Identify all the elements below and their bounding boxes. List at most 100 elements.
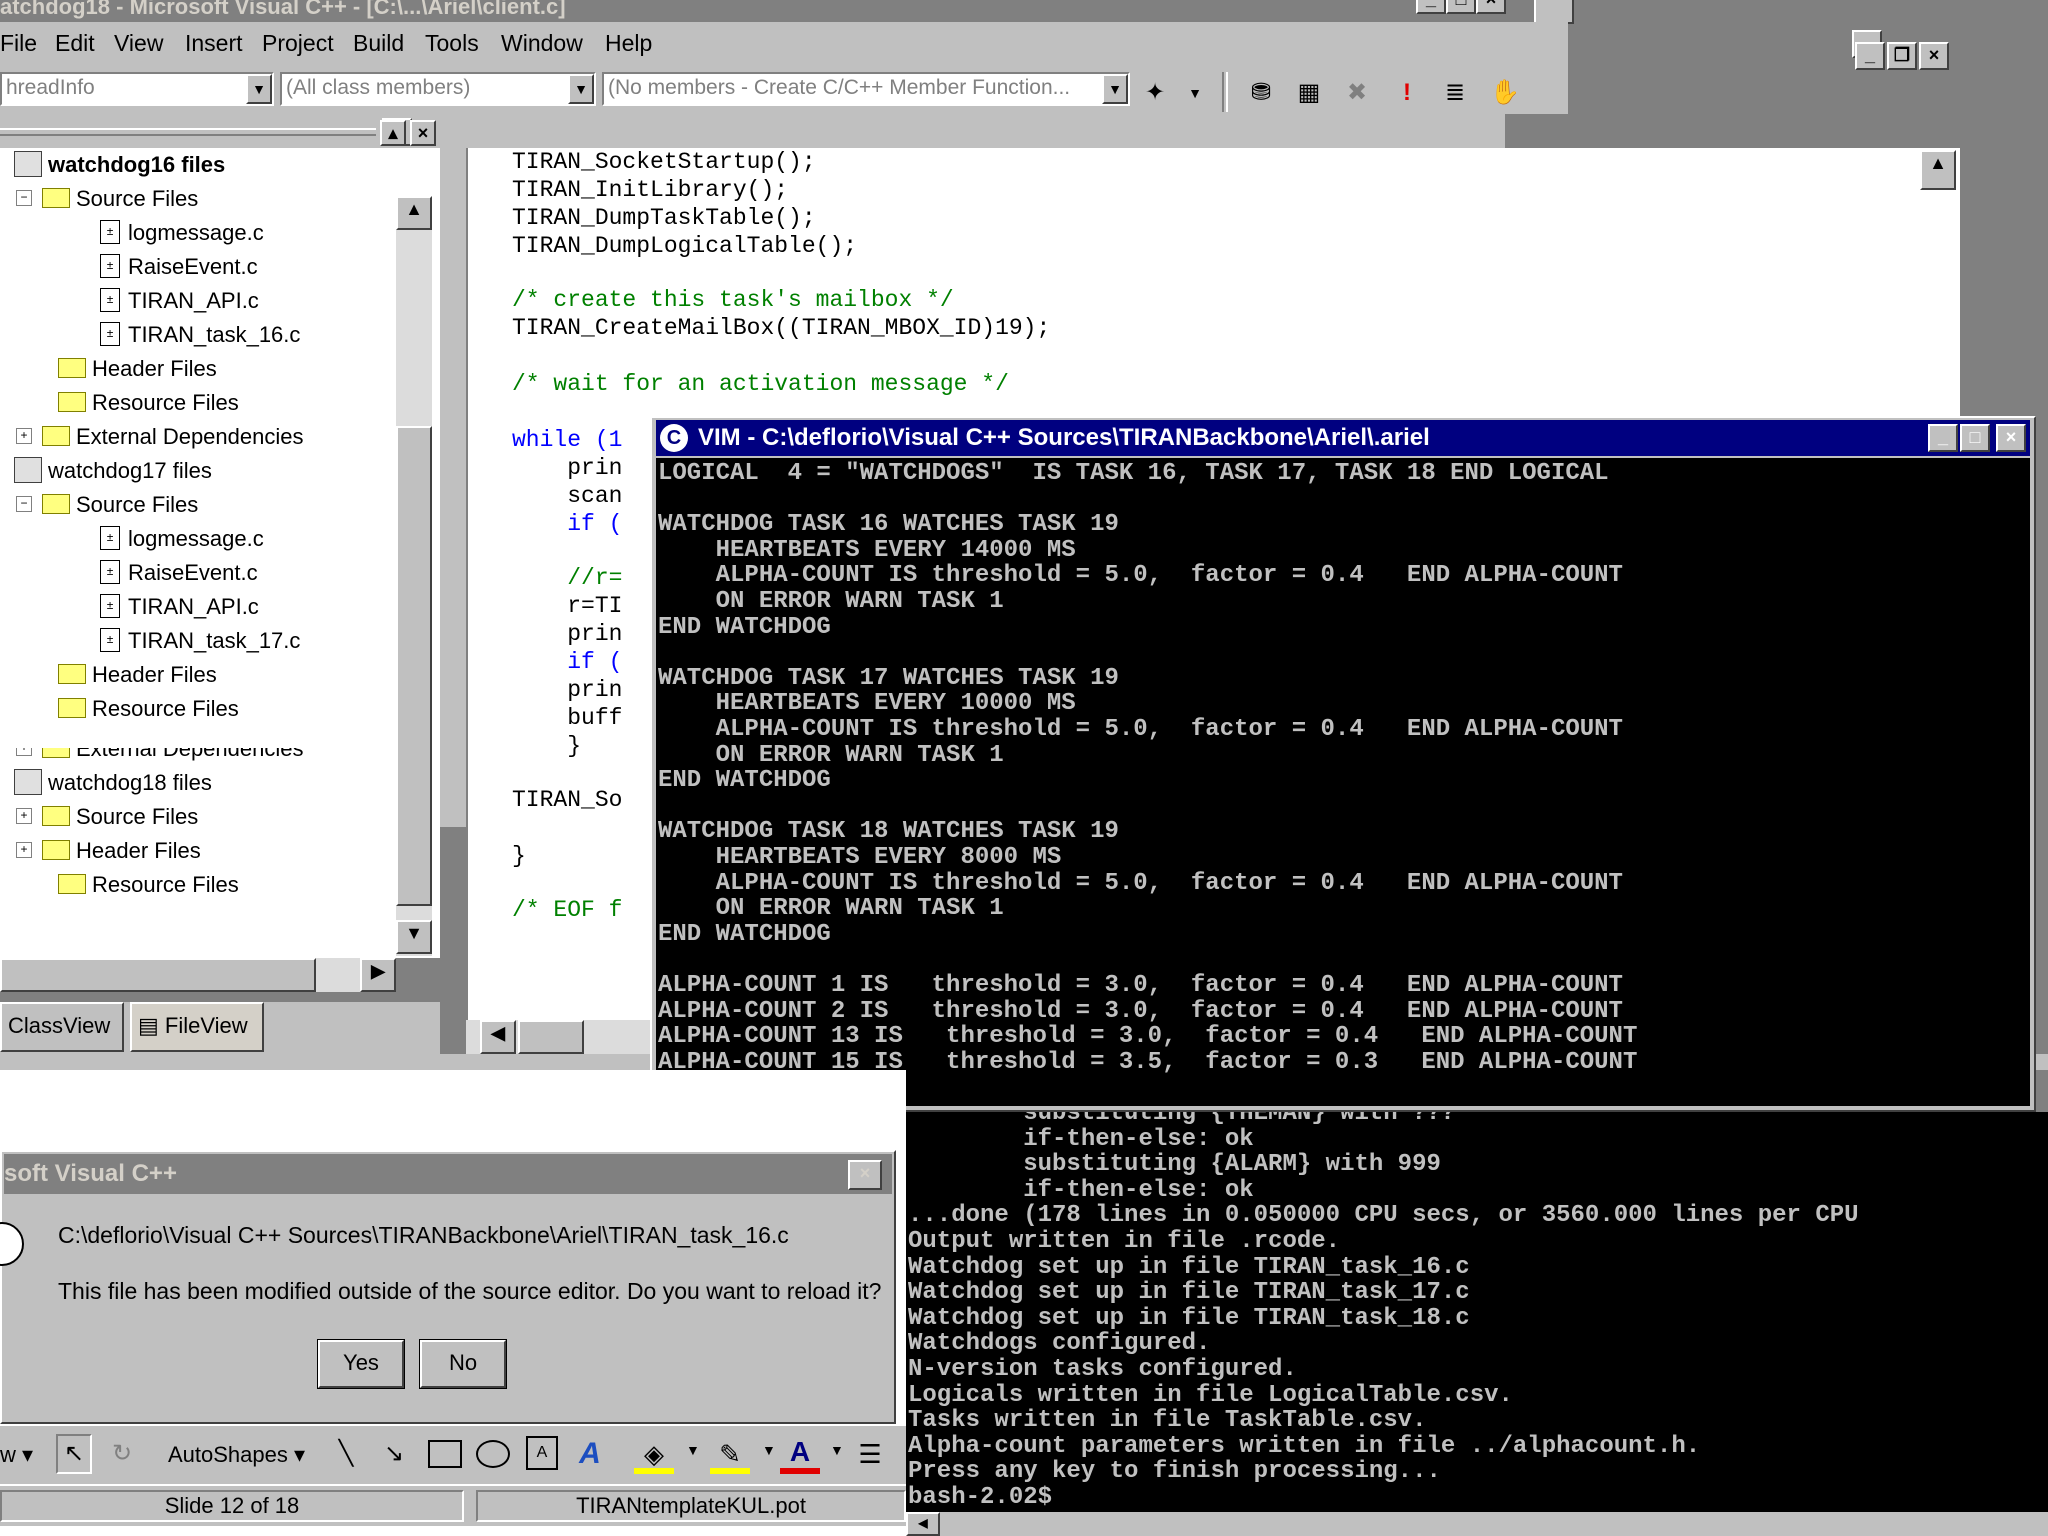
rectangle-tool-icon[interactable] xyxy=(428,1440,462,1468)
tree-folder[interactable]: +External Dependencies xyxy=(16,422,303,452)
tree-folder[interactable]: Resource Files xyxy=(58,694,239,724)
bg-window-minimize-icon[interactable] xyxy=(1534,0,1574,24)
menu-insert[interactable]: Insert xyxy=(185,30,243,57)
tab-fileview[interactable]: ▤ FileView xyxy=(130,1002,264,1052)
tree-file[interactable]: ± logmessage.c xyxy=(100,218,264,248)
tree-project-watchdog16[interactable]: watchdog16 files xyxy=(14,150,225,180)
hscroll-thumb[interactable] xyxy=(518,1020,584,1054)
bash-hscrollbar[interactable]: ◀ xyxy=(906,1512,2048,1536)
workspace-grip[interactable] xyxy=(0,128,376,136)
dialog-title-bar[interactable]: soft Visual C++ × xyxy=(4,1154,892,1194)
no-button[interactable]: No xyxy=(419,1339,507,1389)
chevron-down-icon[interactable]: ▼ xyxy=(568,74,594,104)
tree-project-watchdog18[interactable]: watchdog18 files xyxy=(14,768,212,798)
tree-folder[interactable]: + Header Files xyxy=(16,836,201,866)
tree-folder[interactable]: Header Files xyxy=(58,660,217,690)
tree-file[interactable]: ± TIRAN_API.c xyxy=(100,592,259,622)
maximize-icon[interactable]: □ xyxy=(1446,0,1476,14)
stop-build-icon[interactable]: ✖ xyxy=(1342,78,1372,108)
menu-project[interactable]: Project xyxy=(262,30,334,57)
scroll-up-icon[interactable]: ▲ xyxy=(1920,150,1956,190)
vim-text-area[interactable]: LOGICAL 4 = "WATCHDOGS" IS TASK 16, TASK… xyxy=(656,458,2030,1106)
scroll-thumb[interactable] xyxy=(396,426,432,906)
menu-help[interactable]: Help xyxy=(605,30,652,57)
class-combo[interactable]: hreadInfo ▼ xyxy=(0,72,274,106)
menu-edit[interactable]: Edit xyxy=(55,30,95,57)
tree-file[interactable]: ± RaiseEvent.c xyxy=(100,252,258,282)
tree-folder[interactable]: − Source Files xyxy=(16,184,198,214)
tree-file[interactable]: ± TIRAN_API.c xyxy=(100,286,259,316)
minimize-icon[interactable]: _ xyxy=(1928,424,1958,452)
close-icon[interactable]: × xyxy=(848,1160,882,1190)
tree-horizontal-scrollbar[interactable]: ▶ xyxy=(0,958,396,992)
tree-folder[interactable]: Resource Files xyxy=(58,870,239,900)
chevron-down-icon[interactable]: ▼ xyxy=(762,1442,776,1458)
expand-icon[interactable]: + xyxy=(16,808,32,825)
tree-folder[interactable]: Header Files xyxy=(58,354,217,384)
maximize-icon[interactable]: □ xyxy=(1960,424,1990,452)
tree-folder[interactable]: Resource Files xyxy=(58,388,239,418)
workspace-maximize-icon[interactable]: ▴ xyxy=(380,120,406,146)
menu-tools[interactable]: Tools xyxy=(425,30,479,57)
tree-file[interactable]: ± logmessage.c xyxy=(100,524,264,554)
menu-window[interactable]: Window xyxy=(501,30,583,57)
chevron-down-icon[interactable]: ▼ xyxy=(686,1442,700,1458)
tree-file[interactable]: ± TIRAN_task_17.c xyxy=(100,626,300,656)
tab-classview[interactable]: ClassView xyxy=(0,1002,124,1052)
tree-project-watchdog17[interactable]: watchdog17 files xyxy=(14,456,212,486)
doc-minimize-icon[interactable]: _ xyxy=(1855,42,1885,70)
menu-view[interactable]: View xyxy=(114,30,163,57)
expand-icon[interactable]: + xyxy=(16,842,32,859)
fill-color-icon[interactable]: ◈ xyxy=(634,1434,674,1474)
chevron-down-icon[interactable]: ▼ xyxy=(1180,78,1210,108)
collapse-icon[interactable]: − xyxy=(16,496,32,513)
breakpoint-hand-icon[interactable]: ✋ xyxy=(1490,78,1520,108)
filter-combo[interactable]: (All class members) ▼ xyxy=(280,72,596,106)
go-icon[interactable]: ≣ xyxy=(1440,78,1470,108)
arrow-tool-icon[interactable]: ↘ xyxy=(376,1434,412,1474)
bash-console[interactable]: substituting {THEMAN} with ??? if-then-e… xyxy=(906,1112,2048,1536)
hscroll-thumb[interactable] xyxy=(0,958,316,992)
doc-close-icon[interactable]: × xyxy=(1919,42,1949,70)
chevron-down-icon[interactable]: ▼ xyxy=(830,1442,844,1458)
vim-title-bar[interactable]: C VIM - C:\deflorio\Visual C++ Sources\T… xyxy=(656,420,2030,456)
minimize-icon[interactable]: _ xyxy=(1416,0,1446,14)
font-color-icon[interactable]: A xyxy=(780,1434,820,1474)
tree-vertical-scrollbar[interactable]: ▲ ▼ xyxy=(396,196,432,956)
close-icon[interactable]: × xyxy=(1476,0,1506,14)
wordart-icon[interactable]: A xyxy=(572,1434,608,1474)
select-pointer-icon[interactable]: ↖ xyxy=(56,1434,92,1474)
compile-icon[interactable]: ⛃ xyxy=(1246,78,1276,108)
scroll-up-icon[interactable]: ▲ xyxy=(396,196,432,230)
editor-scroll-up[interactable]: ▲ xyxy=(1920,150,1960,194)
doc-restore-icon[interactable]: ❐ xyxy=(1887,42,1917,70)
free-rotate-icon[interactable]: ↻ xyxy=(104,1434,140,1474)
line-tool-icon[interactable]: ╲ xyxy=(328,1434,364,1474)
oval-tool-icon[interactable] xyxy=(476,1440,510,1468)
tree-file[interactable]: ± RaiseEvent.c xyxy=(100,558,258,588)
members-combo[interactable]: (No members - Create C/C++ Member Functi… xyxy=(602,72,1130,106)
chevron-down-icon[interactable]: ▼ xyxy=(246,74,272,104)
scroll-left-icon[interactable]: ◀ xyxy=(480,1020,516,1054)
execute-icon[interactable]: ! xyxy=(1392,78,1422,108)
chevron-down-icon[interactable]: ▼ xyxy=(1102,74,1128,104)
scroll-right-icon[interactable]: ▶ xyxy=(360,958,396,992)
scroll-down-icon[interactable]: ▼ xyxy=(396,920,432,954)
menu-file[interactable]: File xyxy=(0,30,37,57)
scroll-left-icon[interactable]: ◀ xyxy=(906,1512,940,1536)
yes-button[interactable]: Yes xyxy=(317,1339,405,1389)
tree-folder[interactable]: − Source Files xyxy=(16,490,198,520)
wizard-wand-icon[interactable]: ✦ xyxy=(1140,78,1170,108)
close-icon[interactable]: × xyxy=(1996,424,2026,452)
expand-icon[interactable]: + xyxy=(16,748,32,757)
workspace-close-icon[interactable]: × xyxy=(410,120,436,146)
tree-folder[interactable]: + Source Files xyxy=(16,802,198,832)
menu-build[interactable]: Build xyxy=(353,30,404,57)
collapse-icon[interactable]: − xyxy=(16,190,32,207)
line-style-icon[interactable]: ☰ xyxy=(852,1434,888,1474)
draw-menu[interactable]: w ▾ xyxy=(0,1442,33,1468)
line-color-icon[interactable]: ✎ xyxy=(710,1434,750,1474)
textbox-tool-icon[interactable]: A xyxy=(526,1436,558,1470)
tree-folder[interactable]: +External Dependencies xyxy=(16,748,303,764)
editor-hscrollbar[interactable]: ◀ xyxy=(466,1020,666,1054)
